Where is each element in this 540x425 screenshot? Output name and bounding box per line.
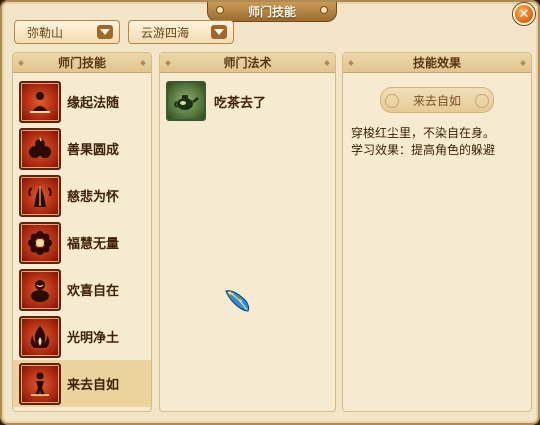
fruits-icon — [19, 127, 61, 170]
window-title: 师门技能 — [207, 2, 337, 22]
spells-panel-header: 师门法术 — [160, 53, 335, 73]
spell-label: 吃茶去了 — [214, 95, 267, 111]
skill-label: 光明净土 — [67, 331, 120, 346]
effect-description: 穿梭红尘里，不染自在身。 学习效果：提高角色的躲避 — [351, 125, 531, 159]
category-dropdown[interactable]: 云游四海 — [128, 20, 234, 44]
teapot-icon — [166, 81, 206, 121]
close-icon: ✕ — [518, 6, 530, 22]
close-button[interactable]: ✕ — [513, 3, 535, 25]
lotus-flower-icon — [19, 221, 61, 264]
skill-label: 善果圆成 — [67, 143, 120, 158]
skill-label: 缘起法随 — [67, 96, 120, 111]
spells-panel: 师门法术 吃茶去了 — [159, 52, 336, 412]
walking-figure-icon — [19, 362, 61, 405]
laughing-buddha-icon — [19, 268, 61, 311]
chevron-down-icon — [211, 25, 227, 39]
skills-panel-header: 师门技能 — [13, 53, 151, 73]
skill-item-huanxi[interactable]: 欢喜自在 — [13, 266, 151, 313]
category-dropdown-value: 云游四海 — [141, 25, 190, 40]
effect-description-line: 学习效果：提高角色的躲避 — [351, 143, 496, 157]
spell-item-tea[interactable]: 吃茶去了 — [166, 81, 335, 121]
skill-label: 欢喜自在 — [67, 284, 120, 299]
flame-icon — [19, 315, 61, 358]
skill-item-fuhui[interactable]: 福慧无量 — [13, 219, 151, 266]
skill-list: 缘起法随 善果圆成 慈悲为怀 福慧无量 欢喜自在 光明净土 来去自如 — [13, 73, 151, 407]
skill-item-yuanqi[interactable]: 缘起法随 — [13, 78, 151, 125]
skill-label: 福慧无量 — [67, 237, 120, 252]
effect-panel-header: 技能效果 — [343, 53, 531, 73]
skill-window: 师门技能 ✕ 弥勒山 云游四海 师门技能 缘起法随 善果圆成 慈悲为怀 福慧无量… — [0, 0, 540, 425]
sect-dropdown-value: 弥勒山 — [27, 25, 64, 40]
praying-hands-icon — [19, 174, 61, 217]
sect-dropdown[interactable]: 弥勒山 — [14, 20, 120, 44]
skill-item-cibei[interactable]: 慈悲为怀 — [13, 172, 151, 219]
skill-label: 慈悲为怀 — [67, 190, 120, 205]
skill-item-shanguo[interactable]: 善果圆成 — [13, 125, 151, 172]
sitting-figure-icon — [19, 80, 61, 123]
skill-item-laiqu[interactable]: 来去自如 — [13, 360, 151, 407]
skill-item-guangming[interactable]: 光明净土 — [13, 313, 151, 360]
skills-panel: 师门技能 缘起法随 善果圆成 慈悲为怀 福慧无量 欢喜自在 光明净土 来去自如 — [12, 52, 152, 412]
skill-label: 来去自如 — [67, 378, 120, 393]
effect-panel: 技能效果 来去自如 穿梭红尘里，不染自在身。 学习效果：提高角色的躲避 — [342, 52, 532, 412]
effect-description-line: 穿梭红尘里，不染自在身。 — [351, 126, 496, 140]
feather-cursor-icon — [224, 287, 252, 313]
effect-skill-banner: 来去自如 — [380, 87, 494, 113]
chevron-down-icon — [97, 25, 113, 39]
